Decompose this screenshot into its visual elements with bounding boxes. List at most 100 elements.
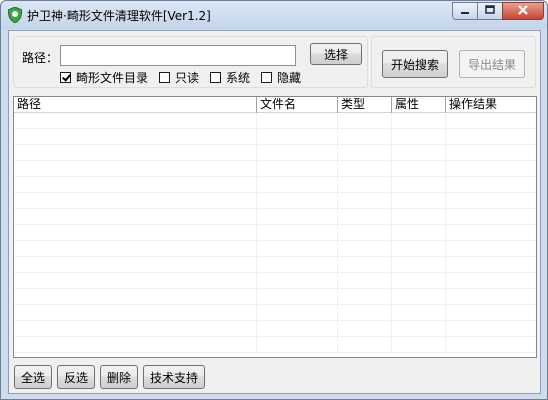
table-cell [257,257,338,273]
checkbox-malformed-dir[interactable] [60,71,71,83]
column-header-result[interactable]: 操作结果 [446,97,536,113]
option-hidden[interactable]: 隐藏 [261,69,301,85]
table-cell [338,129,392,145]
table-cell [392,273,446,289]
start-search-button[interactable]: 开始搜索 [382,50,448,78]
column-header-attributes[interactable]: 属性 [392,97,446,113]
table-cell [257,305,338,321]
table-row[interactable] [14,177,536,193]
table-row[interactable] [14,305,536,321]
table-cell [257,177,338,193]
table-cell [446,273,536,289]
maximize-icon [485,4,495,18]
action-group: 开始搜索 导出结果 [371,36,536,88]
table-cell [392,289,446,305]
table-cell [446,113,536,129]
table-cell [257,129,338,145]
table-cell [446,129,536,145]
table-cell [257,113,338,129]
title-bar[interactable]: 护卫神·畸形文件清理软件[Ver1.2] [1,1,547,29]
table-cell [446,193,536,209]
table-cell [257,273,338,289]
path-group: 路径： 选择 畸形文件目录 只读 系统 隐藏 [13,36,368,88]
table-row[interactable] [14,289,536,305]
table-cell [338,305,392,321]
table-cell [338,337,392,353]
table-cell [338,145,392,161]
table-cell [392,241,446,257]
table-row[interactable] [14,257,536,273]
checkbox-hidden[interactable] [261,71,273,83]
table-cell [338,113,392,129]
table-cell [14,321,257,337]
results-table[interactable]: 路径 文件名 类型 属性 操作结果 [13,96,537,358]
option-label: 畸形文件目录 [76,70,149,85]
column-header-path[interactable]: 路径 [14,97,257,113]
minimize-icon [460,4,470,18]
table-row[interactable] [14,161,536,177]
table-cell [257,241,338,257]
table-row[interactable] [14,145,536,161]
checkbox-system[interactable] [210,71,222,83]
maximize-button[interactable] [477,2,503,20]
table-cell [257,193,338,209]
table-cell [14,337,257,353]
table-cell [446,257,536,273]
close-button[interactable] [502,2,544,20]
table-cell [446,145,536,161]
option-label: 隐藏 [277,70,302,85]
table-cell [338,321,392,337]
table-cell [392,305,446,321]
table-cell [14,305,257,321]
table-cell [338,209,392,225]
table-cell [14,177,257,193]
option-label: 系统 [226,70,251,85]
table-row[interactable] [14,273,536,289]
table-cell [392,113,446,129]
option-readonly[interactable]: 只读 [159,69,199,85]
column-header-type[interactable]: 类型 [338,97,392,113]
table-row[interactable] [14,241,536,257]
table-cell [257,209,338,225]
column-header-filename[interactable]: 文件名 [257,97,338,113]
checkbox-readonly[interactable] [159,71,171,83]
table-cell [338,257,392,273]
table-cell [14,241,257,257]
table-cell [392,337,446,353]
table-cell [257,161,338,177]
table-row[interactable] [14,209,536,225]
option-system[interactable]: 系统 [210,69,250,85]
shield-icon [7,6,23,24]
table-row[interactable] [14,225,536,241]
invert-selection-button[interactable]: 反选 [57,365,95,389]
table-row[interactable] [14,113,536,129]
table-cell [338,225,392,241]
option-malformed-dir[interactable]: 畸形文件目录 [60,69,148,85]
table-cell [338,161,392,177]
table-cell [14,161,257,177]
option-label: 只读 [175,70,200,85]
table-cell [14,129,257,145]
table-cell [446,225,536,241]
table-cell [338,241,392,257]
table-cell [392,177,446,193]
table-cell [392,257,446,273]
path-label: 路径： [22,51,59,65]
table-cell [446,161,536,177]
path-input[interactable] [60,45,296,66]
table-cell [257,225,338,241]
table-cell [446,321,536,337]
app-window: 护卫神·畸形文件清理软件[Ver1.2] 路径： 选择 畸形文件目录 只读 系统… [0,0,548,400]
table-row[interactable] [14,193,536,209]
table-row[interactable] [14,337,536,353]
table-cell [14,225,257,241]
table-row[interactable] [14,321,536,337]
select-button[interactable]: 选择 [310,43,362,65]
select-all-button[interactable]: 全选 [14,365,52,389]
table-cell [14,145,257,161]
export-results-button[interactable]: 导出结果 [459,50,525,78]
minimize-button[interactable] [452,2,478,20]
delete-button[interactable]: 删除 [100,365,138,389]
tech-support-button[interactable]: 技术支持 [143,365,205,389]
table-row[interactable] [14,129,536,145]
